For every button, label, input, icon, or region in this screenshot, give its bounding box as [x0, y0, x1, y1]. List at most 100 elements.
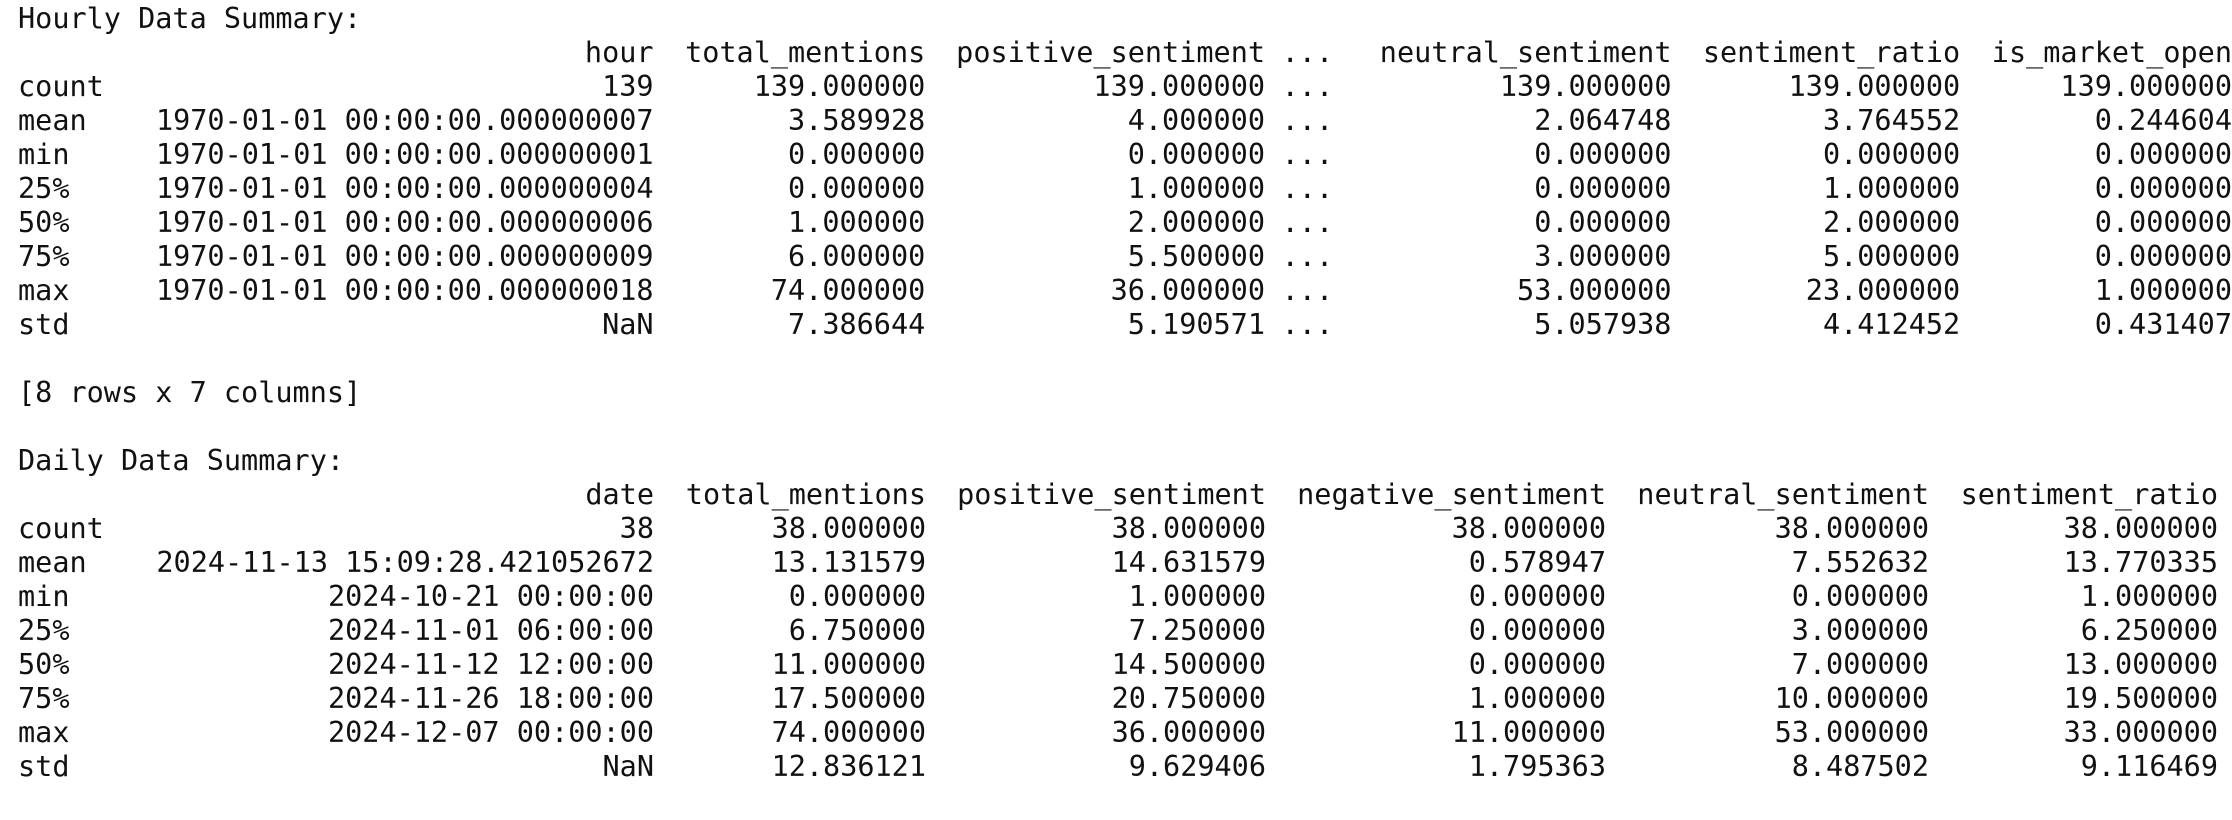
row-label: min: [18, 580, 70, 613]
table-row: count 38 38.000000 38.000000 38.000000 3…: [18, 512, 2218, 546]
table-cell: 0.244604: [2094, 104, 2232, 137]
daily-summary-heading: Daily Data Summary:: [18, 444, 345, 477]
table-cell: 1970-01-01 00:00:00.000000007: [155, 104, 654, 137]
table-cell: 139.000000: [753, 70, 926, 103]
table-row: count 139 139.000000 139.000000 ... 139.…: [18, 70, 2232, 104]
hourly-summary-heading: Hourly Data Summary:: [18, 2, 362, 35]
table-cell: 0.000000: [2094, 240, 2232, 273]
row-label: 50%: [18, 648, 70, 681]
row-label: max: [18, 274, 70, 307]
table-cell: 38.000000: [1451, 512, 1606, 545]
table-cell: 14.500000: [1111, 648, 1266, 681]
table-cell: 2024-11-12 12:00:00: [327, 648, 654, 681]
table-cell: NaN: [602, 750, 654, 783]
daily-summary-table: date total_mentions positive_sentiment n…: [18, 478, 2218, 784]
table-cell: 14.631579: [1111, 546, 1266, 579]
console-output: Hourly Data Summary: hour total_mentions…: [0, 0, 2232, 820]
table-cell: 12.836121: [771, 750, 926, 783]
table-row: min 2024-10-21 00:00:00 0.000000 1.00000…: [18, 580, 2218, 614]
table-cell: 9.629406: [1128, 750, 1266, 783]
table-cell: 7.000000: [1791, 648, 1929, 681]
column-header: sentiment_ratio: [1960, 478, 2218, 511]
column-header: date: [585, 478, 654, 511]
table-row: 25% 1970-01-01 00:00:00.000000004 0.0000…: [18, 172, 2232, 206]
table-header-row: hour total_mentions positive_sentiment .…: [18, 36, 2232, 70]
table-cell: 1.795363: [1468, 750, 1606, 783]
table-cell: 1.000000: [1468, 682, 1606, 715]
table-cell: 19.500000: [2063, 682, 2218, 715]
hourly-shape-note: [8 rows x 7 columns]: [18, 376, 362, 409]
table-cell: 13.131579: [771, 546, 926, 579]
table-cell: 2024-12-07 00:00:00: [327, 716, 654, 749]
table-cell: 38.000000: [771, 512, 926, 545]
table-cell: 5.190571: [1127, 308, 1266, 341]
table-row: mean 1970-01-01 00:00:00.000000007 3.589…: [18, 104, 2232, 138]
table-cell: 74.000000: [771, 716, 926, 749]
column-header: total_mentions: [685, 478, 926, 511]
table-cell: 9.116469: [2080, 750, 2218, 783]
table-cell: 8.487502: [1791, 750, 1929, 783]
index-header: [18, 36, 138, 70]
column-header: total_mentions: [685, 36, 926, 69]
table-cell: 1.000000: [1128, 580, 1266, 613]
table-cell: 139: [602, 70, 654, 103]
table-cell: 17.500000: [771, 682, 926, 715]
table-cell: 0.000000: [788, 138, 926, 171]
table-cell: 10.000000: [1774, 682, 1929, 715]
table-cell: 11.000000: [1451, 716, 1606, 749]
table-cell: 1970-01-01 00:00:00.000000009: [155, 240, 654, 273]
table-cell: 4.000000: [1127, 104, 1266, 137]
table-cell: 74.000000: [770, 274, 926, 307]
table-cell: 0.000000: [1468, 614, 1606, 647]
table-cell: 5.500000: [1127, 240, 1266, 273]
table-cell: 0.000000: [1534, 172, 1672, 205]
table-cell-ellipsis: ...: [1281, 308, 1334, 341]
table-cell: 139.000000: [1788, 70, 1961, 103]
table-cell: 2.000000: [1822, 206, 1961, 239]
table-cell: 2024-11-01 06:00:00: [327, 614, 654, 647]
table-cell: 13.000000: [2063, 648, 2218, 681]
table-cell: 0.000000: [788, 172, 926, 205]
table-cell: 33.000000: [2063, 716, 2218, 749]
table-cell: 7.386644: [788, 308, 926, 341]
table-cell: 1970-01-01 00:00:00.000000004: [155, 172, 654, 205]
table-cell: 23.000000: [1805, 274, 1961, 307]
column-header: neutral_sentiment: [1379, 36, 1672, 69]
table-row: 75% 1970-01-01 00:00:00.000000009 6.0000…: [18, 240, 2232, 274]
hourly-summary-table: hour total_mentions positive_sentiment .…: [18, 36, 2232, 342]
table-cell: 1970-01-01 00:00:00.000000006: [155, 206, 654, 239]
column-ellipsis: ...: [1281, 36, 1334, 69]
table-cell: 0.000000: [2094, 138, 2232, 171]
table-row: max 1970-01-01 00:00:00.000000018 74.000…: [18, 274, 2232, 308]
table-cell: NaN: [602, 308, 654, 341]
table-cell: 1970-01-01 00:00:00.000000001: [155, 138, 654, 171]
table-cell: 0.000000: [1534, 138, 1672, 171]
row-label: max: [18, 716, 70, 749]
column-header: is_market_open: [1991, 36, 2232, 69]
row-label: mean: [18, 104, 87, 137]
table-cell: 0.000000: [788, 580, 926, 613]
table-cell: 3.000000: [1534, 240, 1672, 273]
column-header: sentiment_ratio: [1702, 36, 1961, 69]
row-label: 25%: [18, 172, 70, 205]
table-cell-ellipsis: ...: [1281, 274, 1334, 307]
table-cell: 0.000000: [1822, 138, 1961, 171]
row-label: mean: [18, 546, 87, 579]
table-cell: 0.000000: [2094, 206, 2232, 239]
table-row: max 2024-12-07 00:00:00 74.000000 36.000…: [18, 716, 2218, 750]
table-cell: 6.250000: [2080, 614, 2218, 647]
table-row: 50% 1970-01-01 00:00:00.000000006 1.0000…: [18, 206, 2232, 240]
table-cell: 6.000000: [788, 240, 926, 273]
table-cell: 4.412452: [1822, 308, 1961, 341]
table-cell-ellipsis: ...: [1281, 138, 1334, 171]
table-cell-ellipsis: ...: [1281, 70, 1334, 103]
table-cell: 1.000000: [2094, 274, 2232, 307]
table-cell: 139.000000: [2060, 70, 2232, 103]
table-cell: 38.000000: [2063, 512, 2218, 545]
table-cell: 38.000000: [1774, 512, 1929, 545]
row-label: 75%: [18, 682, 70, 715]
row-label: 50%: [18, 206, 70, 239]
column-header: hour: [584, 36, 654, 69]
table-row: 75% 2024-11-26 18:00:00 17.500000 20.750…: [18, 682, 2218, 716]
table-row: std NaN 12.836121 9.629406 1.795363 8.48…: [18, 750, 2218, 784]
